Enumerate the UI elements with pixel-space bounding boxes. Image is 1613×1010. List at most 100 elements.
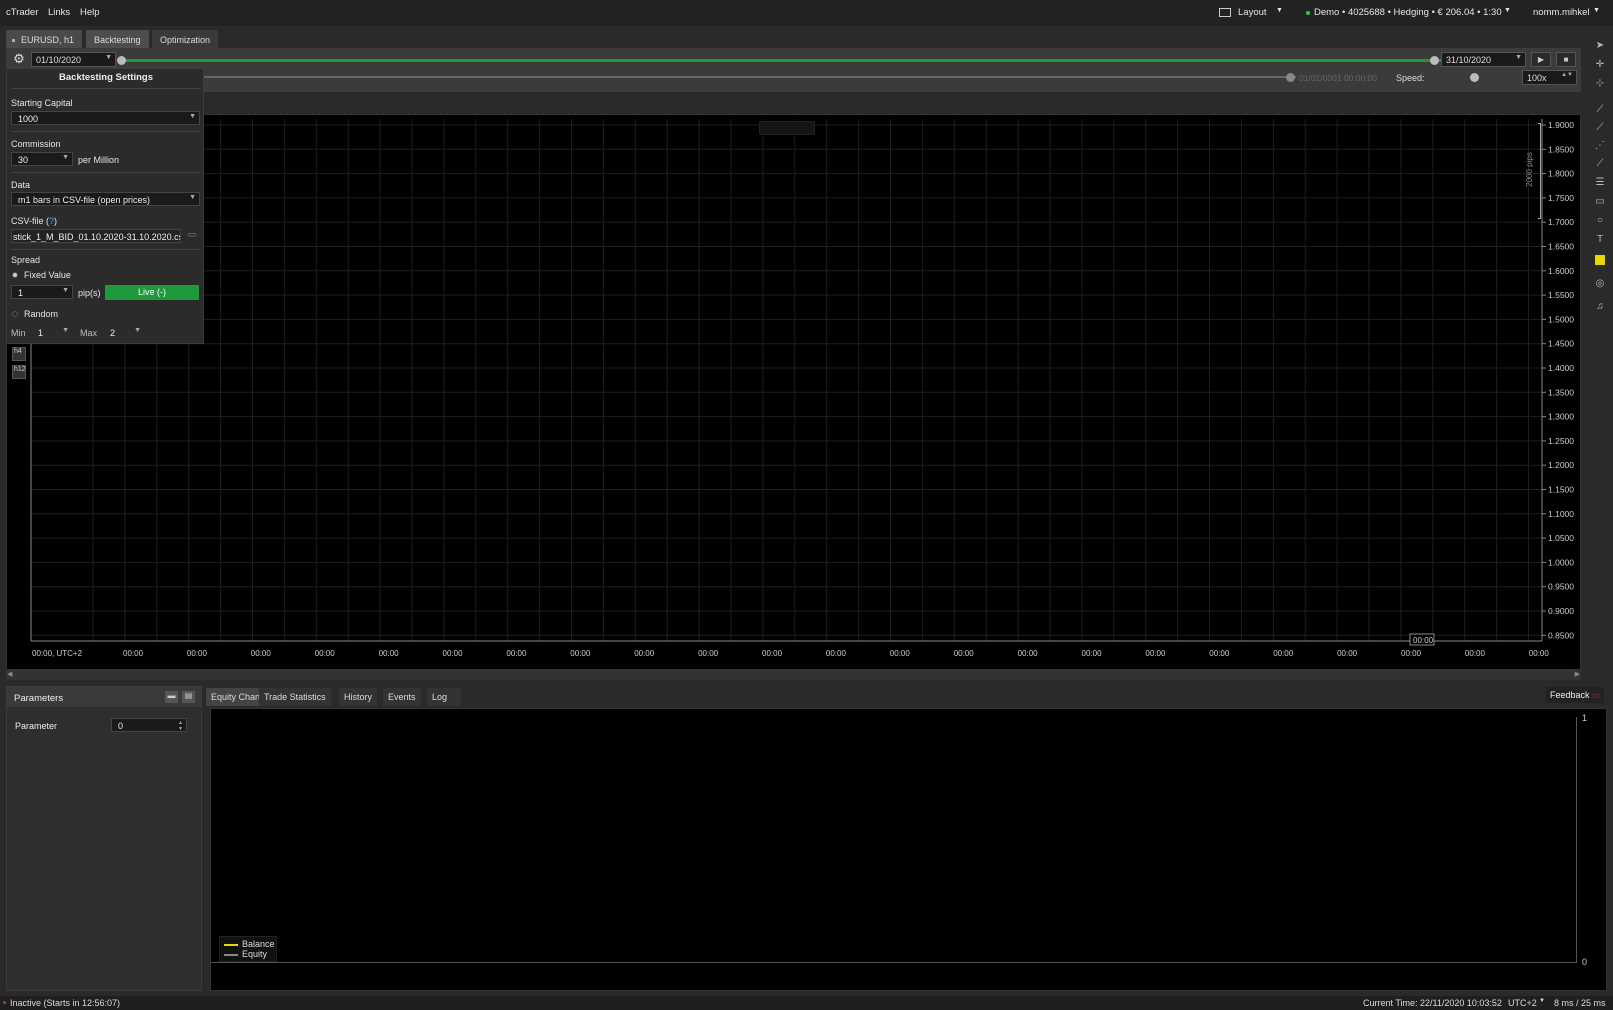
tab-history[interactable]: History [339,688,378,706]
chevron-down-icon[interactable]: ▼ [1515,54,1522,61]
fixed-value-radio[interactable] [12,272,18,278]
feedback-button[interactable]: Feedback ▭ [1546,687,1604,703]
timeframe-h12-button[interactable]: h12 [12,365,26,379]
chevron-down-icon[interactable]: ▼ [62,327,69,334]
camera-icon[interactable]: ◎ [1594,278,1606,290]
chevron-down-icon[interactable]: ▼ [105,54,112,61]
chevron-down-icon[interactable]: ▼ [1276,7,1283,14]
fixed-spread-input[interactable]: 1 ▼ [11,285,73,299]
end-date-value: 31/10/2020 [1446,55,1492,65]
folder-icon[interactable]: ▭ [185,229,199,243]
scroll-right-icon[interactable]: ▶ [1575,670,1580,678]
chevron-down-icon[interactable]: ▼ [62,287,69,294]
fibonacci-icon[interactable]: ⋰ [1594,140,1606,152]
timezone-selector[interactable]: UTC+2 [1508,998,1537,1008]
load-icon[interactable]: ▤ [182,691,195,703]
playback-position-slider[interactable] [204,76,1296,78]
equity-chart[interactable]: 1 0 Balance Equity [210,708,1607,991]
color-picker-icon[interactable] [1595,255,1605,265]
x-tick-label: 00:00 [187,649,208,658]
chart-horizontal-scrollbar[interactable]: ◀ ▶ [6,670,1581,680]
max-spread-input[interactable]: 2 ▼ [103,325,145,339]
account-selector[interactable]: Demo • 4025688 • Hedging • € 206.04 • 1:… [1314,7,1502,18]
playback-position-handle[interactable] [1286,73,1295,82]
price-chart[interactable]: 1.9000 1.8500 1.8000 1.7500 1.7000 1.6500 1.60… [6,114,1581,670]
x-tick-label: 00:00 [1529,649,1550,658]
x-tick-label: 00:00 [443,649,464,658]
starting-capital-input[interactable]: 1000 ▼ [11,111,200,125]
cursor-icon[interactable]: ➤ [1594,40,1606,52]
settings-gear-icon[interactable]: ⚙ [10,51,28,67]
chevron-down-icon[interactable]: ▼ [1593,7,1600,14]
y-tick-label: 1.9000 [1548,120,1574,130]
menu-bar: cTrader Links Help Layout ▼ Demo • 40256… [0,0,1613,26]
current-time-label: Current Time: [1363,998,1418,1008]
trendline-icon[interactable]: ⟋ [1594,104,1606,116]
chevron-down-icon[interactable]: ▼ [189,194,196,201]
crosshair-icon[interactable]: ✛ [1594,59,1606,71]
chevron-down-icon[interactable]: ▼ [62,154,69,161]
tab-events[interactable]: Events [383,688,421,706]
backtesting-toolbar: ⚙ 01/10/2020 ▼ 31/10/2020 ▼ ▶ ■ 01/01/00… [6,48,1581,92]
speed-slider-handle[interactable] [1470,73,1479,82]
pitchfork-icon[interactable]: ⟋ [1594,158,1606,170]
tab-backtesting[interactable]: Backtesting [86,30,149,48]
circle-icon[interactable]: ○ [1594,215,1606,227]
fib-retracement-icon[interactable]: ☰ [1594,177,1606,189]
feedback-label: Feedback [1550,690,1590,700]
text-icon[interactable]: T [1594,234,1606,246]
ray-icon[interactable]: ⟋ [1594,122,1606,134]
menu-links[interactable]: Links [48,7,70,18]
layout-button[interactable]: Layout [1238,7,1267,18]
csv-label-end: ) [54,216,58,226]
tab-symbol-label: EURUSD, h1 [21,35,75,45]
tab-dot-icon [12,39,15,43]
x-tick-label: 00:00 [634,649,655,658]
chevron-down-icon[interactable]: ▼ [1539,998,1545,1004]
save-icon[interactable]: ▬ [165,691,178,703]
chevron-down-icon[interactable]: ▼ [189,113,196,120]
stepper-icon[interactable]: ▲▼ [178,720,183,732]
csv-file-input[interactable]: stick_1_M_BID_01.10.2020-31.10.2020.csv [11,229,181,243]
range-start-handle[interactable] [117,56,126,65]
stepper-icon[interactable]: ▲▼ [1561,72,1573,78]
random-radio[interactable] [12,311,18,317]
menu-ctrader[interactable]: cTrader [6,7,38,18]
equity-y-bottom: 0 [1582,957,1588,967]
parameter-input[interactable]: 0 ▲ ▼ [111,718,187,732]
bell-icon[interactable]: ♫ [1594,301,1606,313]
tab-symbol[interactable]: EURUSD, h1 [6,30,83,48]
tab-log[interactable]: Log [427,688,461,706]
speed-value: 100x [1527,73,1547,83]
stop-button[interactable]: ■ [1556,52,1576,67]
y-tick-label: 1.7000 [1548,217,1574,227]
rectangle-icon[interactable]: ▭ [1594,196,1606,208]
user-menu[interactable]: nomm.mihkel [1533,7,1590,18]
timeframe-h4-button[interactable]: h4 [12,347,26,361]
end-date-input[interactable]: 31/10/2020 ▼ [1441,52,1526,67]
min-spread-input[interactable]: 1 ▼ [31,325,73,339]
range-end-handle[interactable] [1430,56,1439,65]
tab-trade-statistics[interactable]: Trade Statistics [259,688,331,706]
date-range-slider[interactable] [119,59,1442,62]
chevron-down-icon[interactable]: ▼ [1504,7,1511,14]
x-tick-label: 00:00 [379,649,400,658]
menu-help[interactable]: Help [80,7,100,18]
max-label: Max [80,328,98,338]
tab-optimization[interactable]: Optimization [152,30,219,48]
speed-input[interactable]: 100x ▲▼ [1522,70,1577,85]
tab-equity-chart[interactable]: Equity Chart [206,688,266,706]
x-tick-label: 00:00 [762,649,783,658]
measure-icon[interactable]: ⊹ [1594,78,1606,90]
live-spread-button[interactable]: Live (-) [105,285,199,300]
layout-icon[interactable] [1219,8,1231,17]
start-date-input[interactable]: 01/10/2020 ▼ [31,52,116,67]
pips-label: 2000 pips [1524,152,1534,187]
data-source-select[interactable]: m1 bars in CSV-file (open prices) ▼ [11,192,200,206]
chevron-down-icon[interactable]: ▼ [134,327,141,334]
commission-input[interactable]: 30 ▼ [11,152,73,166]
scroll-left-icon[interactable]: ◀ [7,670,12,678]
play-button[interactable]: ▶ [1531,52,1551,67]
x-tick-label-first: 00:00, UTC+2 [32,649,83,658]
x-tick-label: 00:00 [698,649,719,658]
